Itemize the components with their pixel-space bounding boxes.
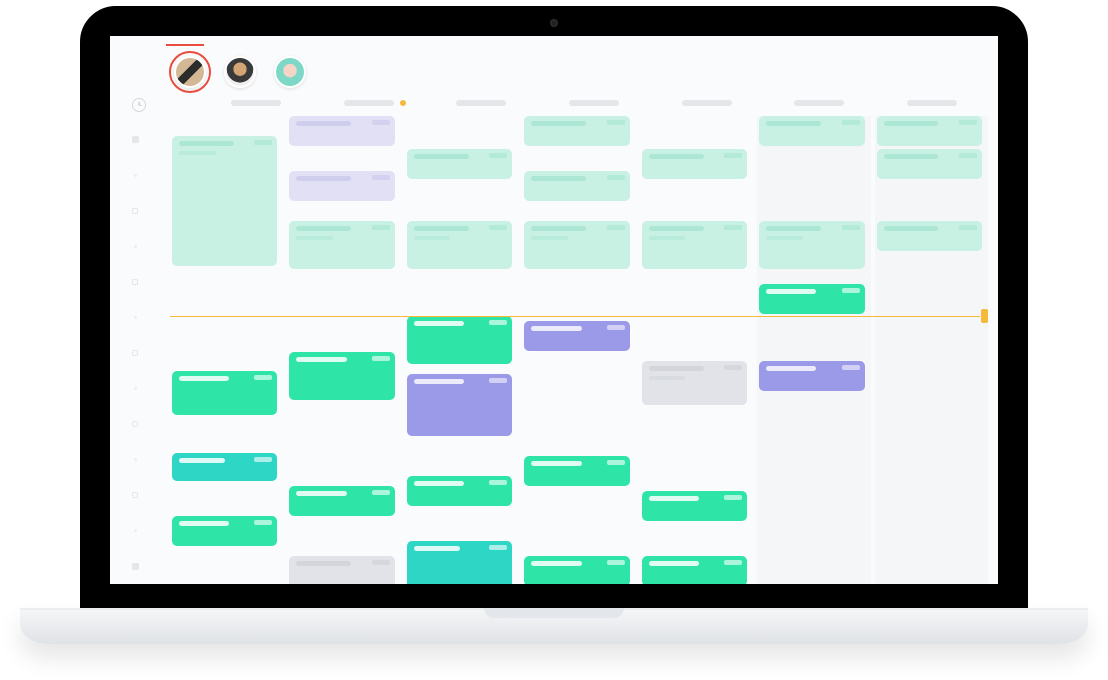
calendar-event[interactable] [407,221,512,269]
calendar-event[interactable] [172,371,277,415]
time-tick [132,122,160,158]
calendar-event[interactable] [642,556,747,584]
calendar-event[interactable] [524,321,629,351]
calendar-event[interactable] [407,316,512,364]
laptop-frame [80,6,1028,614]
day-header[interactable] [569,100,619,106]
avatar-user-1[interactable] [174,56,206,88]
calendar-event[interactable] [289,352,394,400]
time-tick [132,548,160,584]
day-header-today[interactable] [344,100,394,106]
avatar-user-2[interactable] [224,56,256,88]
time-tick [132,335,160,371]
day-column[interactable] [757,116,870,584]
calendar-event[interactable] [642,149,747,179]
calendar-event[interactable] [289,486,394,516]
now-indicator-line [170,316,980,317]
day-header[interactable] [682,100,732,106]
calendar-event[interactable] [289,221,394,269]
calendar-event[interactable] [289,556,394,584]
active-tab-underline [166,44,204,46]
calendar-event[interactable] [759,284,864,314]
calendar-event[interactable] [407,149,512,179]
app-screen [110,36,998,584]
calendar-event[interactable] [524,171,629,201]
day-column[interactable] [405,116,518,584]
laptop-base [20,608,1088,644]
day-column[interactable] [875,116,988,584]
day-column[interactable] [287,116,400,584]
day-column[interactable] [170,116,283,584]
time-tick [132,300,160,336]
calendar-event[interactable] [524,221,629,269]
time-tick [132,157,160,193]
time-tick [132,477,160,513]
time-tick [132,264,160,300]
calendar-event[interactable] [524,556,629,584]
calendar-event[interactable] [172,136,277,266]
calendar-event[interactable] [642,221,747,269]
time-tick [132,406,160,442]
now-indicator-handle[interactable] [981,309,988,323]
time-axis [132,98,160,584]
calendar-event[interactable] [524,456,629,486]
calendar-event[interactable] [642,361,747,405]
day-column[interactable] [522,116,635,584]
time-tick [132,513,160,549]
calendar-event[interactable] [407,476,512,506]
day-headers [200,100,988,112]
day-header[interactable] [231,100,281,106]
calendar-event[interactable] [759,221,864,269]
day-column[interactable] [640,116,753,584]
calendar-event[interactable] [877,149,982,179]
calendar-event[interactable] [289,116,394,146]
time-tick [132,228,160,264]
calendar-event[interactable] [759,361,864,391]
calendar-event[interactable] [172,516,277,546]
day-header[interactable] [907,100,957,106]
clock-icon [132,98,146,112]
day-header[interactable] [794,100,844,106]
calendar-event[interactable] [877,116,982,146]
calendar-event[interactable] [642,491,747,521]
avatar-user-3[interactable] [274,56,306,88]
calendar-event[interactable] [407,374,512,436]
time-tick [132,442,160,478]
calendar-event[interactable] [524,116,629,146]
webcam-dot [550,19,558,27]
calendar-grid[interactable] [170,116,988,584]
time-tick [132,193,160,229]
time-tick [132,371,160,407]
calendar-event[interactable] [407,541,512,584]
calendar-event[interactable] [759,116,864,146]
avatar-row [174,56,306,88]
calendar-event[interactable] [172,453,277,481]
calendar-event[interactable] [877,221,982,251]
calendar-event[interactable] [289,171,394,201]
day-header[interactable] [456,100,506,106]
